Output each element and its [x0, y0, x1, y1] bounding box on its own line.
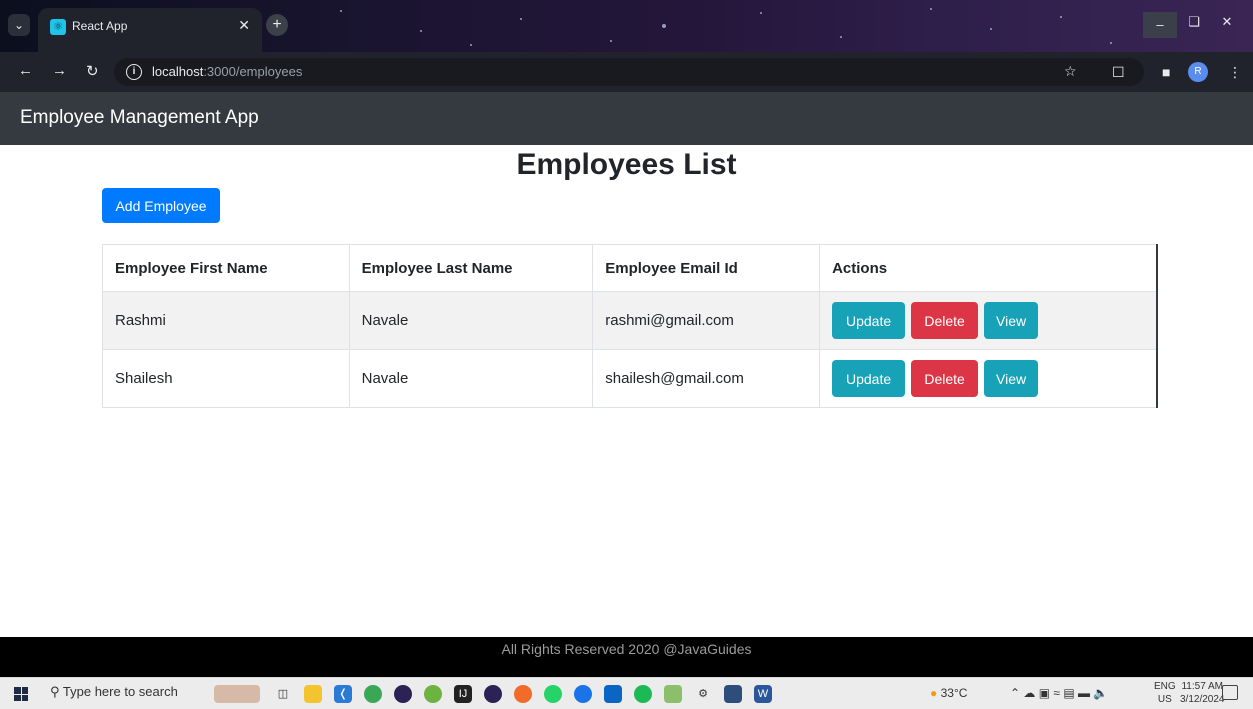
settings-gear-icon[interactable]: ⚙: [694, 685, 712, 703]
window-minimize-button[interactable]: –: [1143, 12, 1177, 38]
weather-temp: 33°C: [940, 686, 968, 700]
header-last-name: Employee Last Name: [348, 244, 594, 292]
vscode-icon[interactable]: ❬: [334, 685, 352, 703]
language-indicator[interactable]: ENG US: [1154, 680, 1176, 706]
table-row: Shailesh Navale shailesh@gmail.com Updat…: [102, 349, 1158, 408]
delete-button[interactable]: Delete: [911, 302, 979, 339]
browser-toolbar: ← → ↻ i localhost:3000/employees ☆ ☐ ■ R…: [0, 52, 1253, 92]
footer-text: All Rights Reserved 2020 @JavaGuides: [501, 641, 752, 657]
webex-icon[interactable]: [604, 685, 622, 703]
employees-table: Employee First Name Employee Last Name E…: [102, 244, 1158, 408]
tab-title: React App: [72, 19, 128, 33]
browser-tab-strip: ⌄ ⚛ React App ✕ + – ❏ ✕: [0, 0, 1253, 52]
cell-last-name: Navale: [348, 291, 594, 350]
add-employee-button[interactable]: Add Employee: [102, 188, 220, 223]
bookmark-star-icon[interactable]: ☆: [1064, 63, 1077, 80]
cell-email: rashmi@gmail.com: [592, 291, 821, 350]
reload-icon[interactable]: ↻: [86, 62, 99, 80]
profile-avatar[interactable]: R: [1188, 62, 1208, 82]
eclipse-alt-icon[interactable]: [484, 685, 502, 703]
whatsapp-icon[interactable]: [544, 685, 562, 703]
cell-first-name: Rashmi: [102, 291, 350, 350]
cell-actions: Update Delete View: [819, 349, 1158, 408]
forward-arrow-icon[interactable]: →: [52, 62, 67, 79]
taskbar-search-placeholder: Type here to search: [62, 684, 178, 699]
cell-first-name: Shailesh: [102, 349, 350, 408]
extensions-icon[interactable]: ☐: [1112, 64, 1125, 81]
app-header: Employee Management App: [0, 92, 1253, 145]
lang-region: US: [1157, 694, 1172, 705]
react-favicon-icon: ⚛: [50, 19, 66, 35]
weather-widget[interactable]: ● 33°C: [930, 686, 967, 700]
file-explorer-icon[interactable]: [304, 685, 322, 703]
word-icon[interactable]: W: [754, 685, 772, 703]
table-header-row: Employee First Name Employee Last Name E…: [102, 244, 1158, 292]
view-button[interactable]: View: [984, 302, 1039, 339]
intellij-icon[interactable]: IJ: [454, 685, 472, 703]
taskbar-search[interactable]: ⚲ Type here to search: [50, 684, 178, 700]
photos-icon[interactable]: [724, 685, 742, 703]
page-title: Employees List: [516, 148, 737, 181]
update-button[interactable]: Update: [832, 360, 906, 397]
notification-center-icon[interactable]: [1222, 685, 1238, 700]
lang-code: ENG: [1154, 681, 1176, 692]
cell-email: shailesh@gmail.com: [592, 349, 821, 408]
system-clock[interactable]: 11:57 AM 3/12/2024: [1180, 680, 1225, 706]
clock-time: 11:57 AM: [1181, 681, 1223, 692]
back-arrow-icon[interactable]: ←: [18, 62, 33, 79]
search-highlight-icon[interactable]: [214, 685, 260, 703]
more-menu-icon[interactable]: ⋮: [1228, 64, 1242, 81]
view-button[interactable]: View: [984, 360, 1039, 397]
spring-tools-icon[interactable]: [424, 685, 442, 703]
header-email: Employee Email Id: [592, 244, 821, 292]
address-bar[interactable]: i localhost:3000/employees ☆: [114, 58, 1144, 86]
site-info-icon[interactable]: i: [126, 64, 142, 80]
weather-sun-icon: ●: [930, 686, 938, 700]
window-restore-button[interactable]: ❏: [1177, 14, 1211, 30]
delete-button[interactable]: Delete: [911, 360, 979, 397]
windows-start-icon[interactable]: [14, 687, 28, 701]
notepad-icon[interactable]: [664, 685, 682, 703]
side-panel-icon[interactable]: ■: [1162, 64, 1170, 80]
window-close-button[interactable]: ✕: [1210, 14, 1244, 30]
tab-close-icon[interactable]: ✕: [238, 17, 250, 34]
eclipse-icon[interactable]: [394, 685, 412, 703]
cell-actions: Update Delete View: [819, 291, 1158, 350]
table-row: Rashmi Navale rashmi@gmail.com Update Del…: [102, 291, 1158, 350]
browser-tab-active[interactable]: ⚛ React App ✕: [38, 8, 262, 52]
app-footer: All Rights Reserved 2020 @JavaGuides: [0, 637, 1253, 677]
system-tray-icons[interactable]: ⌃ ☁ ▣ ≈ ▤ ▬ 🔈: [1010, 686, 1108, 700]
header-actions: Actions: [819, 244, 1158, 292]
app-brand[interactable]: Employee Management App: [20, 107, 259, 129]
spotify-icon[interactable]: [634, 685, 652, 703]
url-host: localhost: [152, 64, 204, 79]
header-first-name: Employee First Name: [102, 244, 350, 292]
cell-last-name: Navale: [348, 349, 594, 408]
windows-taskbar: ⚲ Type here to search ◫ ❬ IJ ⚙ W ● 33°C …: [0, 677, 1253, 709]
tab-search-menu-button[interactable]: ⌄: [8, 14, 30, 36]
url-text[interactable]: localhost:3000/employees: [152, 64, 302, 79]
postman-icon[interactable]: [514, 685, 532, 703]
chrome-app-icon[interactable]: [364, 685, 382, 703]
new-tab-button[interactable]: +: [266, 14, 288, 36]
clock-date: 3/12/2024: [1180, 694, 1225, 705]
update-button[interactable]: Update: [832, 302, 906, 339]
chrome-profile-icon[interactable]: [574, 685, 592, 703]
task-view-icon[interactable]: ◫: [274, 685, 292, 703]
url-path: :3000/employees: [203, 64, 303, 79]
